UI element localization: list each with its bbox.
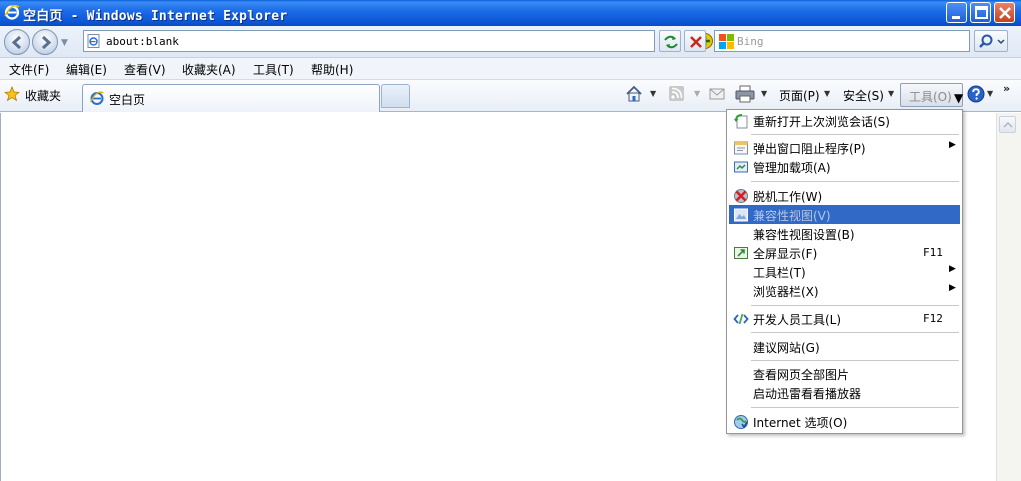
window-title: 空白页 - Windows Internet Explorer [23, 9, 288, 24]
menu-file[interactable]: 文件(F) [9, 61, 49, 78]
menu-separator [751, 134, 959, 135]
popup-blocker-icon [734, 141, 748, 155]
submenu-arrow-icon: ▶ [949, 283, 956, 293]
tools-menu-button[interactable]: 工具(O) ▼ [900, 83, 963, 107]
menu-tools[interactable]: 工具(T) [253, 61, 294, 78]
home-icon [626, 85, 642, 102]
menu-item-explorer-bars[interactable]: 浏览器栏(X) ▶ [729, 281, 960, 300]
fullscreen-icon [734, 247, 748, 259]
back-button[interactable] [4, 29, 30, 55]
search-input[interactable] [737, 33, 962, 49]
rss-feed-icon [669, 86, 684, 101]
menu-item-dev-tools[interactable]: 开发人员工具(L) F12 [729, 309, 960, 328]
new-tab-button[interactable] [381, 84, 410, 108]
menu-item-toolbars[interactable]: 工具栏(T) ▶ [729, 262, 960, 281]
address-input[interactable] [106, 33, 606, 49]
tab-title: 空白页 [109, 93, 146, 107]
stop-button[interactable] [684, 30, 706, 52]
stop-icon [690, 36, 702, 48]
menu-item-fullscreen[interactable]: 全屏显示(F) F11 [729, 243, 960, 262]
favorites-label: 收藏夹 [25, 89, 62, 103]
chevron-up-icon [1003, 121, 1013, 128]
shortcut-f12: F12 [923, 312, 943, 325]
menu-item-internet-options[interactable]: Internet 选项(O) [729, 412, 960, 431]
command-bar: 收藏夹 空白页 ▼ ▼ ▼ 页面(P) ▼ 安全(S) ▼ 工具(O) ▼ ▼ … [0, 80, 1021, 112]
internet-options-icon [734, 415, 748, 429]
menu-separator [751, 181, 959, 182]
maximize-icon [975, 6, 988, 19]
menu-view[interactable]: 查看(V) [124, 61, 166, 78]
compat-view-icon [734, 208, 748, 222]
menu-separator [751, 407, 959, 408]
menu-separator [751, 332, 959, 333]
forward-button[interactable] [32, 29, 58, 55]
menu-item-suggested-sites[interactable]: 建议网站(G) [729, 337, 960, 356]
offline-icon [734, 189, 748, 203]
menu-separator [751, 360, 959, 361]
menu-edit[interactable]: 编辑(E) [66, 61, 107, 78]
menu-bar: 文件(F) 编辑(E) 查看(V) 收藏夹(A) 工具(T) 帮助(H) [0, 58, 1021, 80]
search-button[interactable] [974, 30, 1008, 52]
title-bar[interactable]: 空白页 - Windows Internet Explorer [0, 0, 1021, 26]
address-bar[interactable] [83, 30, 738, 52]
submenu-arrow-icon: ▶ [949, 264, 956, 274]
menu-item-manage-addons[interactable]: 管理加载项(A) [729, 157, 960, 176]
mail-icon [709, 88, 725, 100]
printer-icon [735, 85, 755, 103]
star-icon [4, 86, 20, 102]
tools-menu-label: 工具(O) [909, 90, 952, 104]
search-icon [979, 34, 1005, 48]
refresh-button[interactable] [659, 30, 681, 52]
shortcut-f11: F11 [923, 246, 943, 259]
menu-item-view-all-images[interactable]: 查看网页全部图片 [729, 364, 960, 383]
menu-item-compat-view[interactable]: 兼容性视图(V) [729, 205, 960, 224]
search-bar[interactable] [714, 30, 970, 52]
forward-arrow-icon [41, 35, 52, 50]
help-icon [967, 85, 985, 103]
reopen-session-icon [734, 114, 748, 129]
maximize-button[interactable] [970, 2, 991, 23]
page-icon [87, 34, 100, 48]
safety-menu-label: 安全(S) [843, 89, 884, 103]
addons-icon [734, 161, 748, 173]
tab-blank-page[interactable]: 空白页 [82, 84, 380, 112]
menu-help[interactable]: 帮助(H) [311, 61, 353, 78]
close-icon [999, 7, 1011, 19]
address-toolbar: ▼ [0, 26, 1021, 58]
submenu-arrow-icon: ▶ [949, 140, 956, 150]
vertical-scrollbar[interactable] [996, 113, 1021, 481]
menu-item-popup-blocker[interactable]: 弹出窗口阻止程序(P) ▶ [729, 138, 960, 157]
minimize-icon [952, 16, 960, 19]
toolbar-chevron[interactable]: » [1003, 82, 1010, 95]
close-button[interactable] [994, 2, 1015, 23]
ie-page-icon [89, 91, 104, 105]
menu-item-reopen-session[interactable]: 重新打开上次浏览会话(S) [729, 111, 960, 130]
scroll-up-button[interactable] [999, 116, 1016, 133]
minimize-button[interactable] [946, 2, 967, 23]
history-dropdown-icon[interactable]: ▼ [61, 38, 68, 48]
back-arrow-icon [11, 35, 22, 50]
page-menu-label: 页面(P) [779, 89, 820, 103]
dev-tools-icon [733, 313, 749, 325]
menu-item-work-offline[interactable]: 脱机工作(W) [729, 186, 960, 205]
menu-separator [751, 305, 959, 306]
tools-dropdown-menu: 重新打开上次浏览会话(S) 弹出窗口阻止程序(P) ▶ 管理加载项(A) 脱机工… [726, 109, 963, 434]
menu-favorites[interactable]: 收藏夹(A) [182, 61, 236, 78]
menu-item-compat-view-settings[interactable]: 兼容性视图设置(B) [729, 224, 960, 243]
bing-logo-icon [719, 34, 734, 49]
ie-logo-icon [4, 4, 20, 20]
refresh-icon [664, 35, 678, 49]
menu-item-xunlei-player[interactable]: 启动迅雷看看播放器 [729, 383, 960, 402]
